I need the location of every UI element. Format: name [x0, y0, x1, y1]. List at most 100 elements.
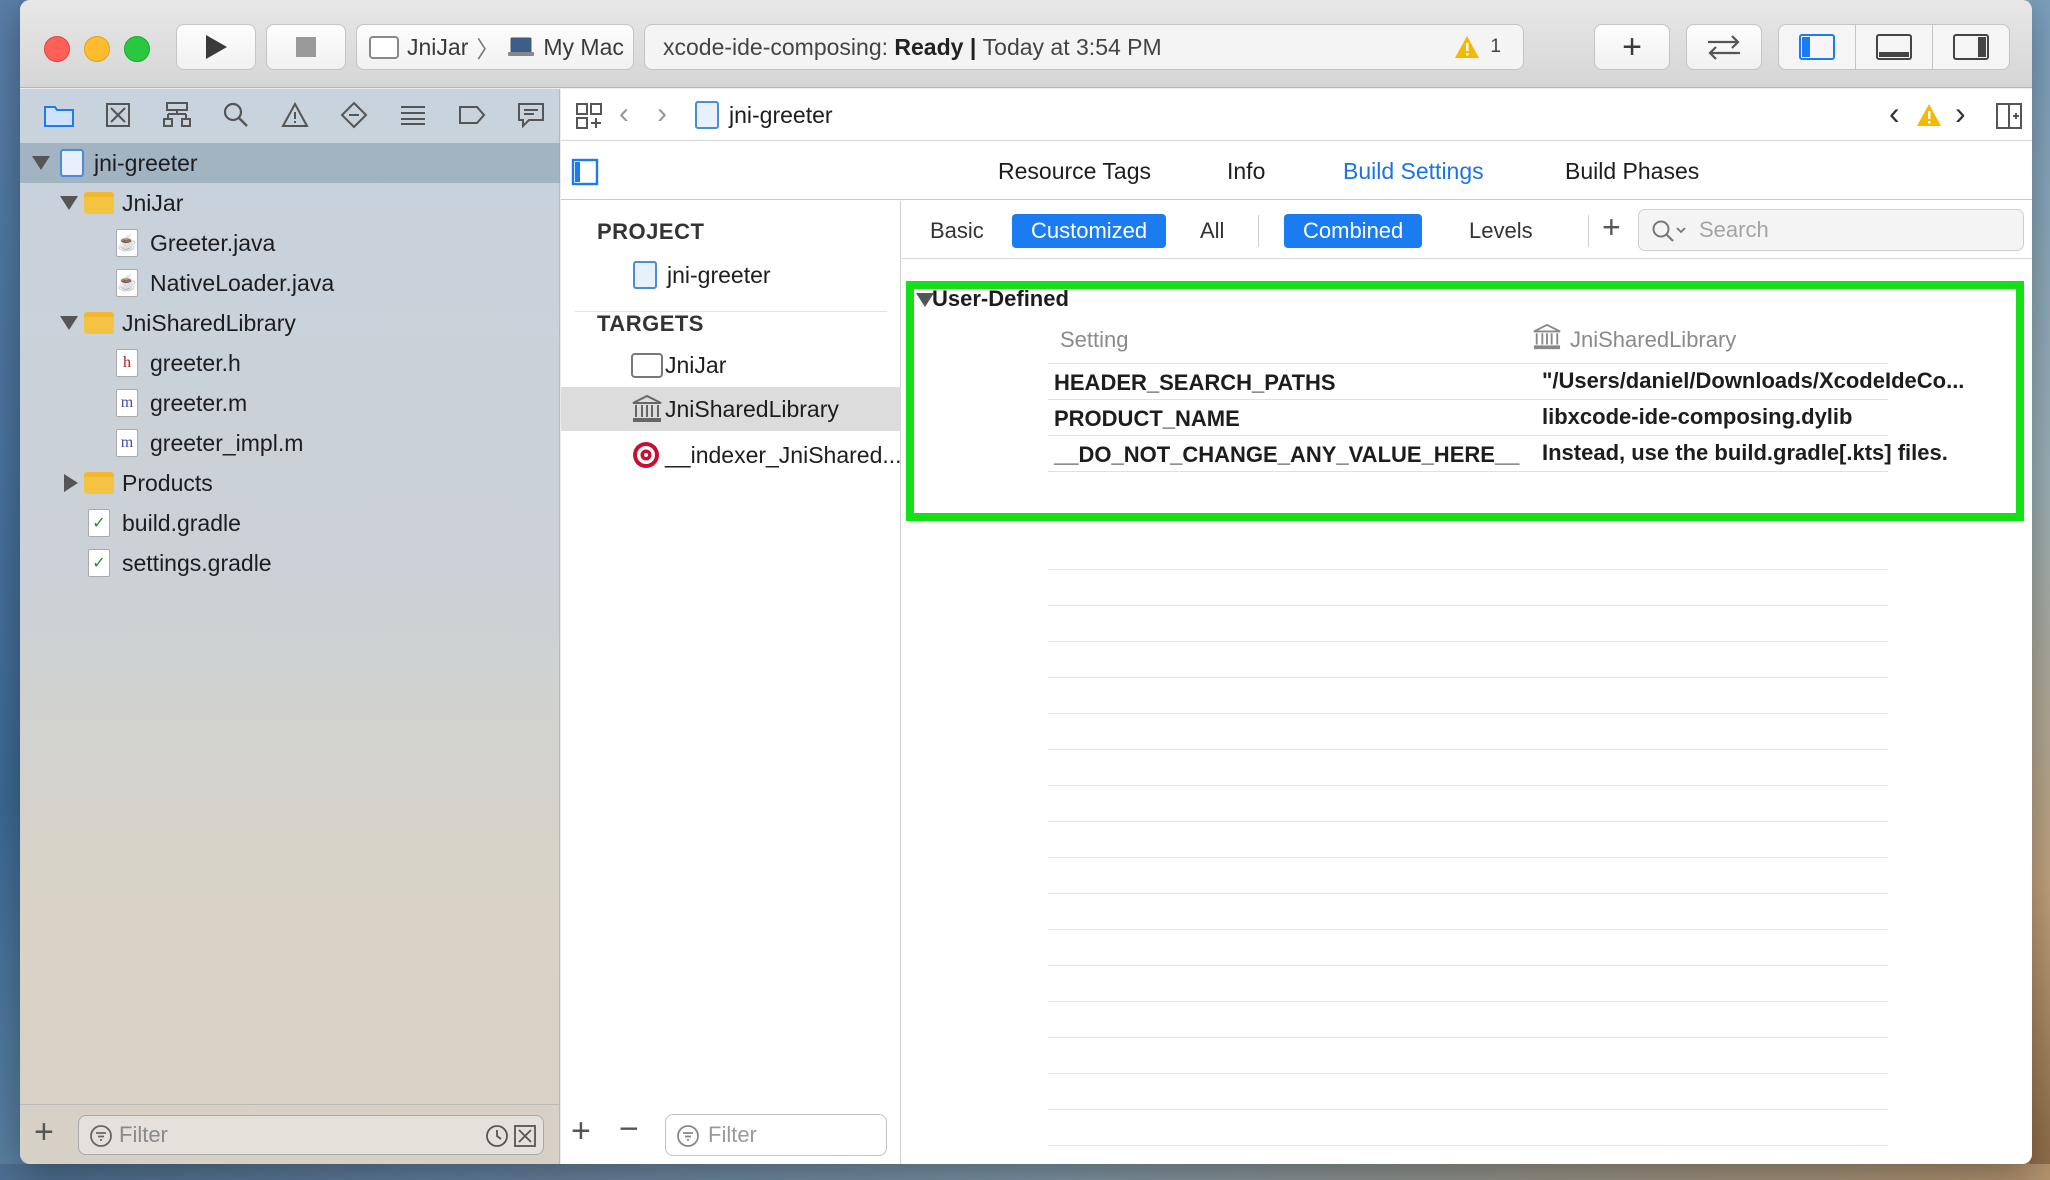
zoom-window-button[interactable] — [124, 36, 150, 62]
minimize-window-button[interactable] — [84, 36, 110, 62]
tree-item-file[interactable]: ✓ build.gradle — [20, 503, 560, 543]
add-file-button[interactable]: + — [34, 1113, 54, 1152]
filter-combined-button[interactable]: Combined — [1284, 214, 1423, 248]
build-settings-search-field[interactable]: Search — [1638, 209, 2024, 251]
setting-row[interactable]: __DO_NOT_CHANGE_ANY_VALUE_HERE__ Instead… — [1048, 435, 1948, 471]
target-item-selected[interactable]: JniSharedLibrary — [561, 387, 901, 431]
filter-all-button[interactable]: All — [1181, 214, 1243, 248]
tree-item-file[interactable]: ☕ NativeLoader.java — [20, 263, 560, 303]
back-chevron-icon[interactable]: ‹ — [619, 97, 629, 131]
header-file-icon: h — [116, 349, 138, 377]
tree-item-folder[interactable]: JniSharedLibrary — [20, 303, 560, 343]
report-navigator-tab[interactable] — [501, 89, 560, 141]
setting-value[interactable]: "/Users/daniel/Downloads/XcodeIdeCo... — [1542, 368, 1964, 394]
toggle-project-list-icon[interactable] — [571, 158, 599, 186]
bullseye-target-icon — [633, 442, 659, 468]
source-control-icon — [106, 103, 131, 127]
targets-section-header: TARGETS — [597, 311, 704, 336]
remove-target-button[interactable]: − — [619, 1110, 639, 1149]
diamond-icon — [340, 101, 368, 129]
tree-item-label: Greeter.java — [150, 229, 276, 256]
target-icon — [369, 36, 399, 59]
speech-bubble-icon — [517, 103, 544, 128]
project-item-label: jni-greeter — [667, 261, 771, 288]
project-item[interactable]: jni-greeter — [561, 253, 901, 297]
add-setting-button[interactable]: + — [1602, 209, 1621, 246]
source-control-filter-icon[interactable] — [513, 1124, 537, 1148]
column-header-setting: Setting — [1060, 327, 1129, 352]
symbol-navigator-tab[interactable] — [148, 89, 207, 141]
warning-count: 1 — [1490, 36, 1501, 57]
tab-build-phases[interactable]: Build Phases — [1565, 158, 1699, 185]
tab-info[interactable]: Info — [1227, 158, 1265, 185]
tree-item-label: NativeLoader.java — [150, 269, 335, 296]
disclosure-down-icon[interactable] — [32, 156, 50, 170]
setting-key: HEADER_SEARCH_PATHS — [1054, 370, 1336, 395]
find-navigator-tab[interactable] — [207, 89, 266, 141]
forward-chevron-icon[interactable]: › — [657, 97, 667, 131]
breakpoint-icon — [458, 106, 486, 124]
close-window-button[interactable] — [44, 36, 70, 62]
activity-time: Today at 3:54 PM — [982, 33, 1162, 60]
disclosure-down-icon[interactable] — [60, 316, 78, 330]
scheme-selector[interactable]: JniJar 〉 My Mac — [356, 24, 634, 70]
play-icon — [206, 35, 227, 59]
jumpbar-title[interactable]: jni-greeter — [729, 102, 833, 129]
targets-filter-field[interactable]: Filter — [665, 1114, 887, 1156]
run-button[interactable] — [176, 24, 256, 70]
toggle-inspector-button[interactable] — [1933, 25, 2009, 69]
tree-item-label: Products — [122, 469, 213, 496]
tree-item-file[interactable]: m greeter_impl.m — [20, 423, 560, 463]
toggle-debug-area-button[interactable] — [1856, 25, 1933, 69]
related-items-icon[interactable] — [575, 102, 603, 130]
issue-navigator-tab[interactable] — [266, 89, 325, 141]
library-target-icon — [1533, 323, 1561, 350]
add-target-button[interactable]: + — [571, 1112, 591, 1151]
setting-row[interactable]: HEADER_SEARCH_PATHS "/Users/daniel/Downl… — [1048, 363, 1964, 399]
empty-row-line — [1048, 1073, 1888, 1074]
test-navigator-tab[interactable] — [324, 89, 383, 141]
search-icon — [1652, 220, 1686, 242]
setting-value[interactable]: libxcode-ide-composing.dylib — [1542, 404, 1852, 430]
warning-indicator[interactable]: 1 — [1454, 35, 1501, 59]
folder-icon — [84, 312, 114, 334]
scheme-device-label: My Mac — [543, 33, 624, 60]
disclosure-right-icon[interactable] — [64, 474, 78, 492]
setting-key: PRODUCT_NAME — [1054, 406, 1240, 431]
tree-item-label: JniSharedLibrary — [122, 309, 296, 336]
tree-item-file[interactable]: h greeter.h — [20, 343, 560, 383]
breakpoint-navigator-tab[interactable] — [442, 89, 501, 141]
tree-item-file[interactable]: ✓ settings.gradle — [20, 543, 560, 583]
setting-value[interactable]: Instead, use the build.gradle[.kts] file… — [1542, 440, 1948, 466]
tree-item-file[interactable]: m greeter.m — [20, 383, 560, 423]
library-add-button[interactable]: + — [1594, 24, 1670, 70]
setting-row[interactable]: PRODUCT_NAME libxcode-ide-composing.dyli… — [1048, 399, 1888, 435]
add-editor-icon[interactable] — [1995, 102, 2023, 130]
tree-item-folder[interactable]: JniJar — [20, 183, 560, 223]
warning-icon[interactable] — [1916, 103, 1942, 127]
tree-item-folder[interactable]: Products — [20, 463, 560, 503]
target-item[interactable]: __indexer_JniShared... — [561, 433, 902, 477]
toggle-navigator-button[interactable] — [1779, 25, 1856, 69]
filter-basic-button[interactable]: Basic — [911, 214, 1003, 248]
tree-item-project[interactable]: jni-greeter — [20, 143, 560, 183]
filter-customized-button[interactable]: Customized — [1012, 214, 1167, 248]
tab-resource-tags[interactable]: Resource Tags — [998, 158, 1151, 185]
navigator-filter-field[interactable]: Filter — [78, 1115, 544, 1155]
debug-navigator-tab[interactable] — [383, 89, 442, 141]
target-item[interactable]: JniJar — [561, 343, 901, 387]
source-control-tab[interactable] — [89, 89, 148, 141]
code-review-button[interactable] — [1686, 24, 1762, 70]
bottom-panel-icon — [1876, 34, 1912, 60]
filter-levels-button[interactable]: Levels — [1450, 214, 1552, 248]
stop-button[interactable] — [266, 24, 346, 70]
project-navigator-tab[interactable] — [30, 89, 89, 141]
recent-files-icon[interactable] — [485, 1124, 509, 1148]
row-divider — [1048, 471, 1888, 472]
disclosure-down-icon[interactable] — [60, 196, 78, 210]
divider — [1258, 215, 1259, 247]
next-issue-icon[interactable]: › — [1955, 95, 1966, 132]
tree-item-file[interactable]: ☕ Greeter.java — [20, 223, 560, 263]
tab-build-settings[interactable]: Build Settings — [1343, 158, 1484, 185]
previous-issue-icon[interactable]: ‹ — [1889, 95, 1900, 132]
